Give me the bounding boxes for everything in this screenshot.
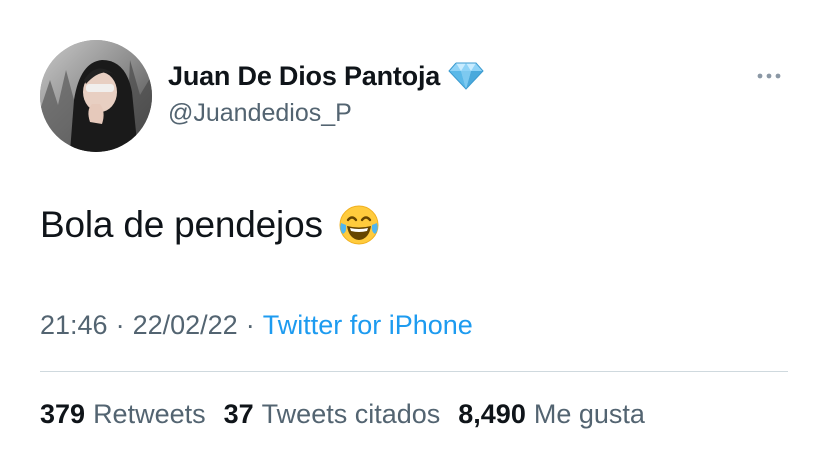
quote-tweets-stat[interactable]: 37 Tweets citados xyxy=(224,399,441,430)
tweet-source-link[interactable]: Twitter for iPhone xyxy=(263,310,473,341)
avatar-photo xyxy=(40,40,152,152)
tweet-stats: 379 Retweets 37 Tweets citados 8,490 Me … xyxy=(40,394,663,434)
retweets-label: Retweets xyxy=(93,398,206,429)
face-with-tears-of-joy-icon xyxy=(337,203,381,247)
quote-tweets-label: Tweets citados xyxy=(261,398,441,429)
avatar[interactable] xyxy=(40,40,152,152)
likes-label: Me gusta xyxy=(533,398,645,429)
tweet-card: Juan De Dios Pantoja @Juandedios_P Bola … xyxy=(0,0,828,453)
tweet-meta: 21:46 · 22/02/22 · Twitter for iPhone xyxy=(40,305,473,345)
quote-tweets-count: 37 xyxy=(223,398,254,429)
likes-count: 8,490 xyxy=(458,398,526,429)
author-row: Juan De Dios Pantoja xyxy=(168,58,484,94)
more-options-icon[interactable] xyxy=(752,64,786,88)
retweets-stat[interactable]: 379 Retweets xyxy=(40,399,206,430)
display-name[interactable]: Juan De Dios Pantoja xyxy=(168,61,440,92)
tweet-text: Bola de pendejos xyxy=(40,204,323,245)
divider xyxy=(40,371,788,372)
diamond-icon xyxy=(448,61,484,91)
tweet-date[interactable]: 22/02/22 xyxy=(133,310,238,341)
meta-separator: · xyxy=(245,309,255,340)
tweet-body: Bola de pendejos xyxy=(40,200,381,250)
retweets-count: 379 xyxy=(40,398,86,429)
tweet-time[interactable]: 21:46 xyxy=(40,310,108,341)
meta-separator: · xyxy=(115,309,125,340)
handle[interactable]: @Juandedios_P xyxy=(168,99,352,128)
likes-stat[interactable]: 8,490 Me gusta xyxy=(458,399,645,430)
